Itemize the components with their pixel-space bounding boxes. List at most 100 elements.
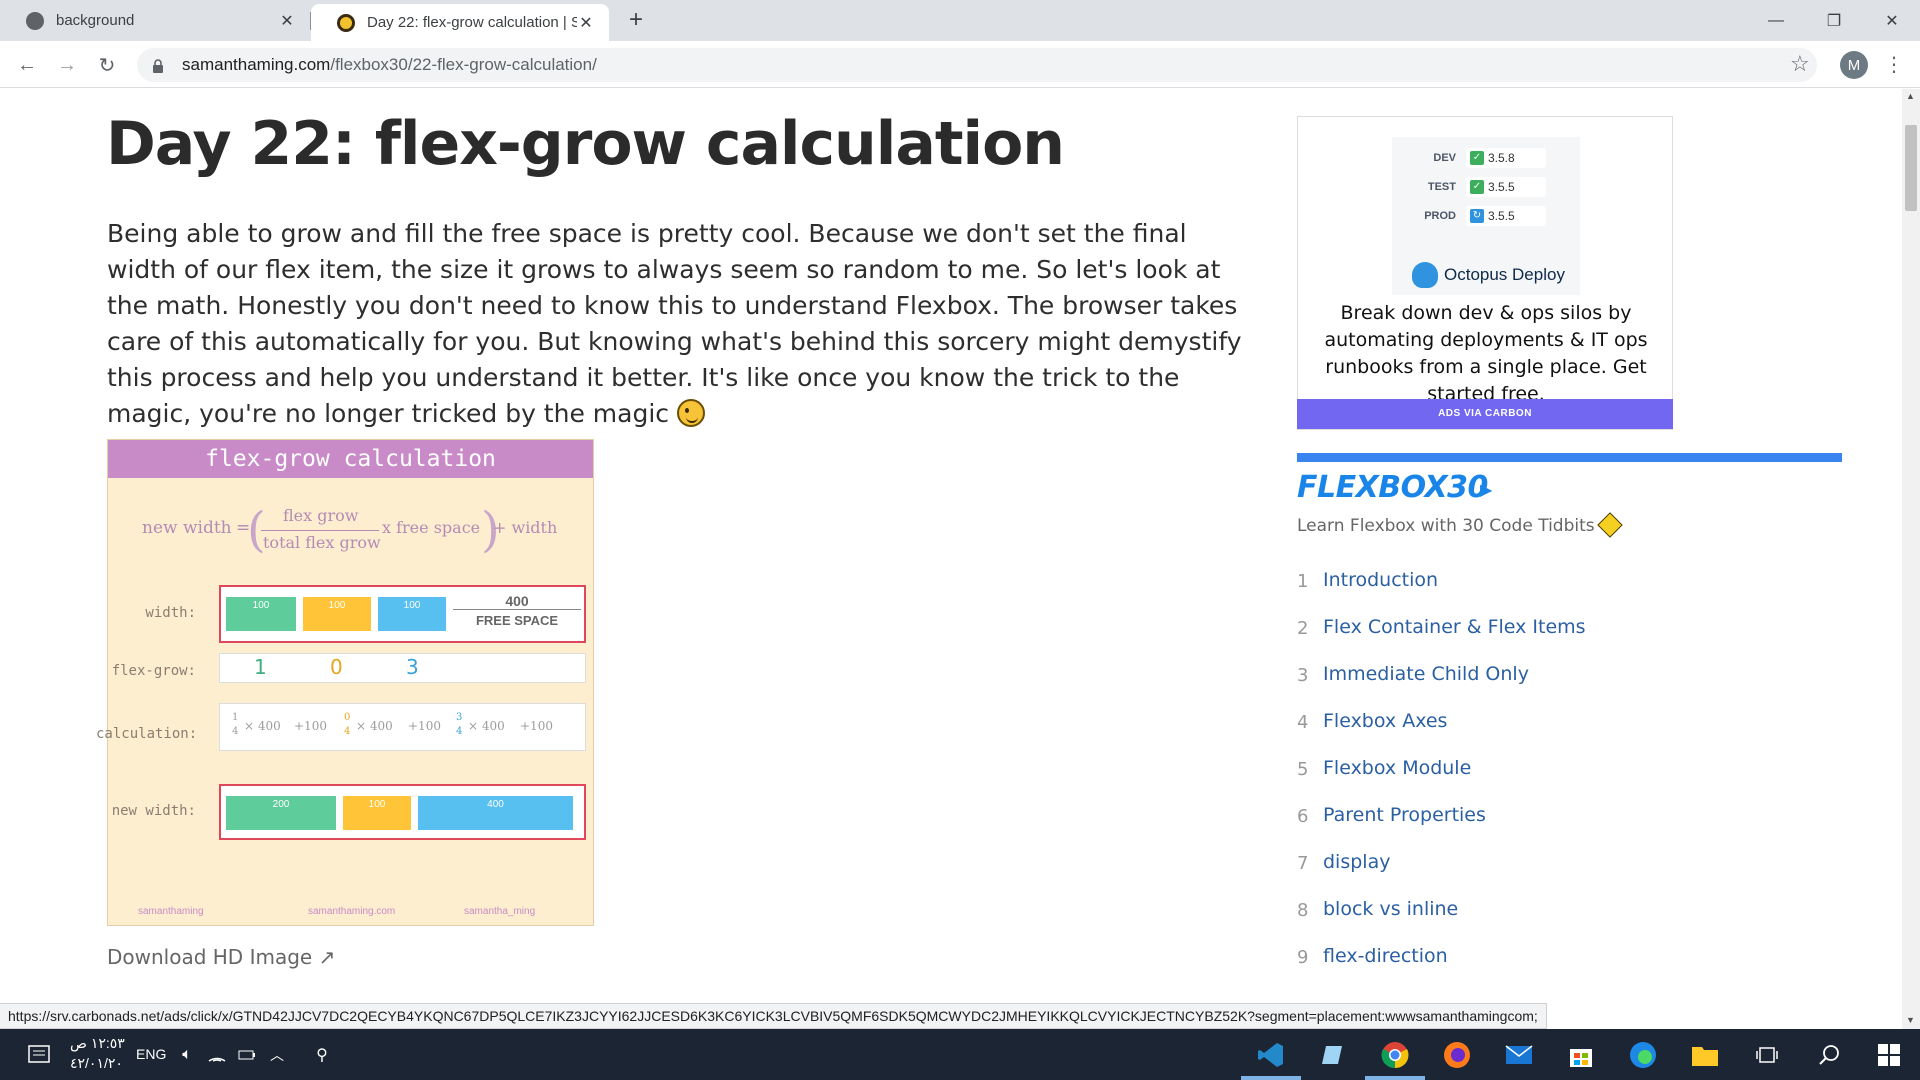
search-icon[interactable] bbox=[1812, 1038, 1846, 1072]
flexgrow-row-label: flex-grow: bbox=[111, 663, 196, 679]
sidebar-divider bbox=[1297, 453, 1842, 462]
new-tab-button[interactable]: + bbox=[624, 8, 648, 32]
calc-times: × 400 bbox=[244, 719, 281, 733]
lesson-item[interactable]: 3 Immediate Child Only bbox=[1297, 663, 1842, 710]
scroll-thumb[interactable] bbox=[1905, 125, 1917, 211]
caret-right-icon[interactable]: ▶ bbox=[1480, 480, 1492, 500]
env-row: DEV ✓ 3.5.8 bbox=[1392, 147, 1580, 169]
width-block: 100 bbox=[378, 597, 446, 631]
ads-via-carbon-link[interactable]: ADS VIA CARBON bbox=[1297, 399, 1673, 429]
page-viewport: Day 22: flex-grow calculation Being able… bbox=[0, 89, 1902, 1029]
lesson-link[interactable]: Flex Container & Flex Items bbox=[1323, 616, 1586, 638]
flexgrow-value: 1 bbox=[254, 655, 267, 679]
store-icon[interactable] bbox=[1564, 1038, 1598, 1072]
carbon-ad[interactable]: DEV ✓ 3.5.8 TEST ✓ 3.5.5 PROD ↻ 3.5.5 Octop… bbox=[1297, 116, 1673, 430]
lesson-link[interactable]: block vs inline bbox=[1323, 898, 1458, 920]
file-explorer-icon[interactable] bbox=[1688, 1038, 1722, 1072]
lesson-item[interactable]: 4 Flexbox Axes bbox=[1297, 710, 1842, 757]
env-name: TEST bbox=[1427, 181, 1456, 193]
windows-start-icon[interactable] bbox=[1872, 1038, 1906, 1072]
lesson-link[interactable]: Flexbox Module bbox=[1323, 757, 1471, 779]
task-view-icon[interactable] bbox=[1750, 1038, 1784, 1072]
bookmark-star-icon[interactable]: ☆ bbox=[1790, 51, 1810, 77]
check-icon: ✓ bbox=[1470, 180, 1484, 194]
lesson-item[interactable]: 9 flex-direction bbox=[1297, 945, 1842, 992]
reload-button[interactable]: ↻ bbox=[93, 51, 121, 79]
mail-icon[interactable] bbox=[1502, 1038, 1536, 1072]
edge-icon[interactable] bbox=[1626, 1038, 1660, 1072]
octopus-logo-icon bbox=[1412, 262, 1438, 288]
ad-text[interactable]: Break down dev & ops silos by automating… bbox=[1316, 300, 1656, 408]
lesson-item[interactable]: 6 Parent Properties bbox=[1297, 804, 1842, 851]
lesson-number: 6 bbox=[1297, 806, 1309, 827]
lesson-item[interactable]: 2 Flex Container & Flex Items bbox=[1297, 616, 1842, 663]
url-path: /flexbox30/22-flex-grow-calculation/ bbox=[330, 55, 597, 74]
formula-denominator: total flex grow bbox=[263, 533, 381, 552]
lesson-item[interactable]: 5 Flexbox Module bbox=[1297, 757, 1842, 804]
lock-icon bbox=[152, 58, 164, 73]
lesson-link[interactable]: display bbox=[1323, 851, 1390, 873]
env-version: ✓ 3.5.5 bbox=[1466, 177, 1546, 197]
calc-numerator: 3 bbox=[456, 712, 463, 723]
lesson-link[interactable]: Parent Properties bbox=[1323, 804, 1486, 826]
vscode-icon[interactable] bbox=[1254, 1038, 1288, 1072]
lesson-link[interactable]: Flexbox Axes bbox=[1323, 710, 1447, 732]
env-version: ↻ 3.5.5 bbox=[1466, 206, 1546, 226]
calc-plus: +100 bbox=[520, 719, 553, 733]
chevron-up-icon[interactable]: ︿ bbox=[260, 1038, 294, 1072]
flexgrow-row-box: 1 0 3 bbox=[219, 653, 586, 683]
lesson-item[interactable]: 1 Introduction bbox=[1297, 569, 1842, 616]
status-bar-url: https://srv.carbonads.net/ads/click/x/GT… bbox=[0, 1003, 1547, 1029]
page-scrollbar[interactable]: ▲ ▼ bbox=[1902, 89, 1920, 1029]
restore-button[interactable]: ❐ bbox=[1805, 0, 1863, 41]
back-button[interactable]: ← bbox=[13, 51, 41, 79]
lesson-item[interactable]: 7 display bbox=[1297, 851, 1842, 898]
tab-background[interactable]: background ✕ bbox=[0, 0, 310, 41]
lesson-number: 7 bbox=[1297, 853, 1309, 874]
newwidth-block: 100 bbox=[343, 796, 411, 830]
calculation-row-box: 1 4 × 400 +100 0 4 × 400 +100 3 4 × 400 … bbox=[219, 703, 586, 751]
infographic-header: flex-grow calculation bbox=[108, 440, 593, 478]
env-name: PROD bbox=[1424, 210, 1456, 222]
flexbox30-title-link[interactable]: FLEXBOX30 bbox=[1297, 470, 1488, 505]
ad-image[interactable]: DEV ✓ 3.5.8 TEST ✓ 3.5.5 PROD ↻ 3.5.5 Octop… bbox=[1392, 137, 1580, 295]
flex-grow-infographic[interactable]: flex-grow calculation new width = ( flex… bbox=[96, 439, 594, 926]
download-hd-image-link[interactable]: Download HD Image ↗ bbox=[107, 945, 335, 969]
forward-button[interactable]: → bbox=[53, 51, 81, 79]
minimize-button[interactable]: — bbox=[1747, 0, 1805, 41]
input-language[interactable]: ENG bbox=[136, 1046, 166, 1062]
formula-plus: + width bbox=[493, 518, 558, 537]
calc-denominator: 4 bbox=[232, 726, 239, 737]
scroll-down-icon[interactable]: ▼ bbox=[1906, 1015, 1915, 1025]
flexgrow-value: 0 bbox=[330, 655, 343, 679]
lesson-link[interactable]: Introduction bbox=[1323, 569, 1438, 591]
close-tab-icon[interactable]: ✕ bbox=[278, 11, 296, 31]
lesson-link[interactable]: flex-direction bbox=[1323, 945, 1448, 967]
tab-flex-grow[interactable]: Day 22: flex-grow calculation | Sa ✕ bbox=[311, 4, 609, 41]
lesson-link[interactable]: Immediate Child Only bbox=[1323, 663, 1529, 685]
volume-icon[interactable]: 🔈︎ bbox=[170, 1038, 204, 1072]
newwidth-block: 400 bbox=[418, 796, 573, 830]
address-bar[interactable]: samanthaming.com/flexbox30/22-flex-grow-… bbox=[137, 48, 1817, 82]
env-version-text: 3.5.8 bbox=[1488, 151, 1515, 165]
lesson-item[interactable]: 8 block vs inline bbox=[1297, 898, 1842, 945]
battery-icon[interactable] bbox=[230, 1038, 264, 1072]
url-host: samanthaming.com bbox=[182, 55, 331, 74]
close-tab-icon[interactable]: ✕ bbox=[577, 13, 595, 33]
clock-date[interactable]: ٤٢/٠١/٢٠ bbox=[70, 1055, 123, 1072]
lesson-number: 8 bbox=[1297, 900, 1309, 921]
profile-avatar[interactable]: M bbox=[1840, 51, 1868, 79]
notifications-icon[interactable] bbox=[22, 1038, 56, 1072]
newwidth-row-box: 200 100 400 bbox=[219, 784, 586, 840]
globe-icon bbox=[26, 11, 44, 30]
people-icon[interactable]: ⚲ bbox=[305, 1038, 339, 1072]
notepad-icon[interactable] bbox=[1316, 1038, 1350, 1072]
chrome-icon[interactable] bbox=[1378, 1038, 1412, 1072]
clock-time[interactable]: ١٢:٥٣ ص bbox=[70, 1035, 125, 1052]
wifi-icon[interactable] bbox=[200, 1038, 234, 1072]
close-window-button[interactable]: ✕ bbox=[1863, 0, 1920, 41]
free-space-value: 400 bbox=[505, 593, 529, 609]
scroll-up-icon[interactable]: ▲ bbox=[1906, 91, 1915, 101]
firefox-icon[interactable] bbox=[1440, 1038, 1474, 1072]
browser-menu-icon[interactable]: ⋮ bbox=[1884, 51, 1904, 79]
